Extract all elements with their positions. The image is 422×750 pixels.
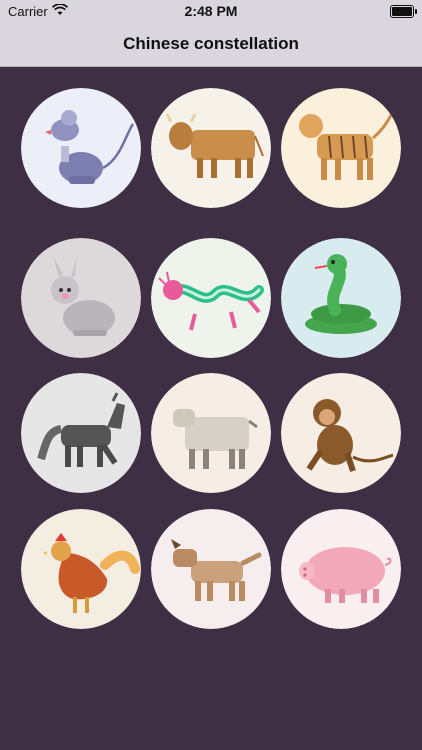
zodiac-dragon-button[interactable] bbox=[151, 238, 271, 358]
dog-icon bbox=[151, 509, 271, 629]
battery-icon bbox=[390, 5, 417, 18]
horse-icon bbox=[21, 373, 141, 493]
zodiac-ox-button[interactable] bbox=[151, 88, 271, 208]
zodiac-snake-button[interactable] bbox=[281, 238, 401, 358]
carrier-label: Carrier bbox=[8, 4, 48, 19]
pig-icon bbox=[281, 509, 401, 629]
navigation-bar: Chinese constellation bbox=[0, 22, 422, 67]
clock: 2:48 PM bbox=[184, 3, 238, 19]
zodiac-grid bbox=[0, 66, 422, 666]
monkey-icon bbox=[281, 373, 401, 493]
zodiac-dog-button[interactable] bbox=[151, 509, 271, 629]
zodiac-grid-container bbox=[0, 66, 422, 750]
zodiac-horse-button[interactable] bbox=[21, 373, 141, 493]
rabbit-icon bbox=[21, 238, 141, 358]
zodiac-goat-button[interactable] bbox=[151, 373, 271, 493]
zodiac-rat-button[interactable] bbox=[21, 88, 141, 208]
page-title: Chinese constellation bbox=[123, 34, 299, 53]
zodiac-monkey-button[interactable] bbox=[281, 373, 401, 493]
rat-icon bbox=[21, 88, 141, 208]
zodiac-pig-button[interactable] bbox=[281, 509, 401, 629]
zodiac-tiger-button[interactable] bbox=[281, 88, 401, 208]
status-bar: Carrier 2:48 PM bbox=[0, 0, 422, 22]
ox-icon bbox=[151, 88, 271, 208]
wifi-icon bbox=[51, 3, 69, 19]
zodiac-rooster-button[interactable] bbox=[21, 509, 141, 629]
tiger-icon bbox=[281, 88, 401, 208]
goat-icon bbox=[151, 373, 271, 493]
dragon-icon bbox=[151, 238, 271, 358]
zodiac-rabbit-button[interactable] bbox=[21, 238, 141, 358]
rooster-icon bbox=[21, 509, 141, 629]
snake-icon bbox=[281, 238, 401, 358]
